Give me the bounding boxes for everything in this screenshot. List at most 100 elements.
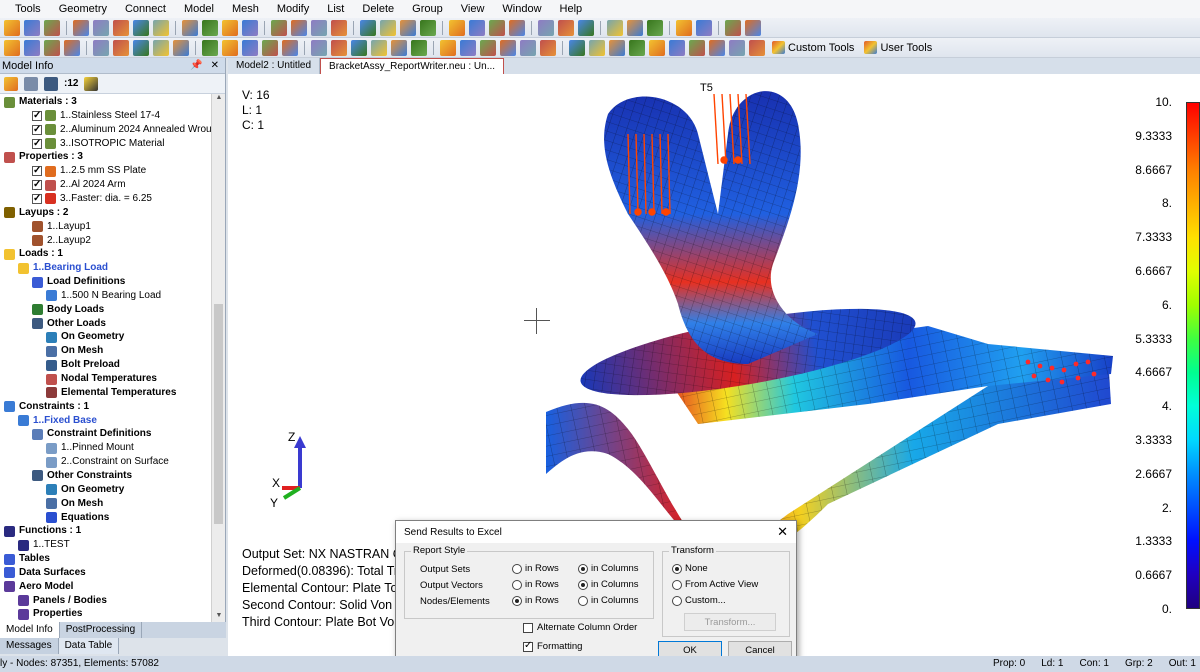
toolbar2-tool-icon[interactable] <box>113 39 129 56</box>
toolbar1-tool-icon[interactable] <box>578 19 594 36</box>
filter-icon[interactable] <box>44 76 58 91</box>
visibility-checkbox[interactable] <box>32 137 42 151</box>
radio-dot[interactable] <box>578 595 588 606</box>
tree-item-aero-model[interactable]: Aero Model <box>4 580 73 594</box>
tree-item-bolt-preload[interactable]: Bolt Preload <box>46 358 120 372</box>
toolbar2-tool-icon[interactable] <box>391 39 407 56</box>
toolbar1-tool-icon[interactable] <box>271 19 287 36</box>
toolbar2-tool-icon[interactable] <box>93 39 109 56</box>
visibility-checkbox[interactable] <box>32 123 42 137</box>
toolbar1-tool-icon[interactable] <box>558 19 574 36</box>
tree-scrollbar[interactable]: ▲ ▼ <box>211 94 225 622</box>
menu-window[interactable]: Window <box>493 0 550 18</box>
toolbar1-tool-icon[interactable] <box>538 19 554 36</box>
toolbar1-tool-icon[interactable] <box>311 19 327 36</box>
toolbar1-tool-icon[interactable] <box>696 19 712 36</box>
menu-delete[interactable]: Delete <box>353 0 403 18</box>
toolbar2-tool-icon[interactable] <box>669 39 685 56</box>
alternate-column-order-box[interactable] <box>523 622 533 633</box>
tree-item-1-stainless-steel-17-4[interactable]: 1..Stainless Steel 17-4 <box>32 109 160 123</box>
toolbar2-tool-icon[interactable] <box>411 39 427 56</box>
visibility-checkbox[interactable] <box>32 192 42 206</box>
tree-item-panels-bodies[interactable]: Panels / Bodies <box>18 594 107 608</box>
toolbar2-tool-icon[interactable] <box>173 39 189 56</box>
pencil-icon[interactable] <box>84 76 99 91</box>
tree-item-constraint-definitions[interactable]: Constraint Definitions <box>32 427 151 441</box>
tree-item-3-faster-dia-6-25[interactable]: 3..Faster: dia. = 6.25 <box>32 192 152 206</box>
status-ld[interactable]: Ld: 1 <box>1041 656 1063 672</box>
tree-item-1-2-5-mm-ss-plate[interactable]: 1..2.5 mm SS Plate <box>32 164 146 178</box>
tree-item-3-isotropic-material[interactable]: 3..ISOTROPIC Material <box>32 137 164 151</box>
tree-item-1-pinned-mount[interactable]: 1..Pinned Mount <box>46 441 134 455</box>
tree-item-2-al-2024-arm[interactable]: 2..Al 2024 Arm <box>32 178 126 192</box>
tab-postprocessing[interactable]: PostProcessing <box>60 622 143 638</box>
toolbar1-tool-icon[interactable] <box>627 19 643 36</box>
in-columns-radio[interactable]: in Columns <box>578 563 639 574</box>
menu-group[interactable]: Group <box>403 0 452 18</box>
toolbar2-tool-icon[interactable] <box>729 39 745 56</box>
transform-none-radio[interactable]: None <box>672 563 708 574</box>
tree-item-on-mesh[interactable]: On Mesh <box>46 497 103 511</box>
tab-data-table[interactable]: Data Table <box>58 638 120 654</box>
toolbar1-tool-icon[interactable] <box>331 19 347 36</box>
menu-view[interactable]: View <box>452 0 494 18</box>
toolbar2-tool-icon[interactable] <box>4 39 20 56</box>
toolbar2-tool-icon[interactable] <box>371 39 387 56</box>
toolbar2-tool-icon[interactable] <box>153 39 169 56</box>
toolbar2-tool-icon[interactable] <box>242 39 258 56</box>
toolbar1-tool-icon[interactable] <box>113 19 129 36</box>
toolbar1-tool-icon[interactable] <box>202 19 218 36</box>
status-grp[interactable]: Grp: 2 <box>1125 656 1153 672</box>
status-out[interactable]: Out: 1 <box>1169 656 1196 672</box>
scrollbar-thumb[interactable] <box>214 304 223 524</box>
status-con[interactable]: Con: 1 <box>1079 656 1108 672</box>
toolbar2-tool-icon[interactable] <box>589 39 605 56</box>
toolbar1-tool-icon[interactable] <box>449 19 465 36</box>
tree-item-equations[interactable]: Equations <box>46 511 109 525</box>
radio-dot[interactable] <box>512 563 522 574</box>
tree-item-layups-2[interactable]: Layups : 2 <box>4 206 68 220</box>
toolbar2-tool-icon[interactable] <box>133 39 149 56</box>
menu-list[interactable]: List <box>318 0 353 18</box>
toolbar1-tool-icon[interactable] <box>380 19 396 36</box>
toolbar2-tool-icon[interactable] <box>44 39 60 56</box>
tree-item-other-constraints[interactable]: Other Constraints <box>32 469 132 483</box>
toolbar1-tool-icon[interactable] <box>153 19 169 36</box>
menu-modify[interactable]: Modify <box>268 0 318 18</box>
toolbar2-tool-icon[interactable] <box>609 39 625 56</box>
toolbar1-tool-icon[interactable] <box>291 19 307 36</box>
toolbar2-tool-icon[interactable] <box>649 39 665 56</box>
tree-item-1-fixed-base[interactable]: 1..Fixed Base <box>18 414 97 428</box>
custom-tools-button[interactable]: Custom Tools <box>767 41 859 54</box>
tree-item-1-test[interactable]: 1..TEST <box>18 538 70 552</box>
tree-item-constraints-1[interactable]: Constraints : 1 <box>4 400 89 414</box>
toolbar2-tool-icon[interactable] <box>262 39 278 56</box>
toolbar1-tool-icon[interactable] <box>24 19 40 36</box>
tree-item-on-geometry[interactable]: On Geometry <box>46 483 124 497</box>
formatting-box[interactable] <box>523 640 533 652</box>
pin-icon[interactable]: 📌 <box>190 60 202 71</box>
tree-item-properties-3[interactable]: Properties : 3 <box>4 150 83 164</box>
alternate-column-order-checkbox[interactable]: Alternate Column Order <box>523 622 637 633</box>
radio-dot[interactable] <box>578 579 588 590</box>
toolbar1-tool-icon[interactable] <box>4 19 20 36</box>
toolbar2-tool-icon[interactable] <box>500 39 516 56</box>
in-columns-radio[interactable]: in Columns <box>578 595 639 606</box>
tree-item-2-layup2[interactable]: 2..Layup2 <box>32 234 91 248</box>
scroll-up-icon[interactable]: ▲ <box>212 94 226 104</box>
toolbar1-tool-icon[interactable] <box>489 19 505 36</box>
toolbar1-tool-icon[interactable] <box>725 19 741 36</box>
toolbar2-tool-icon[interactable] <box>440 39 456 56</box>
radio-dot[interactable] <box>512 579 522 590</box>
toolbar1-tool-icon[interactable] <box>676 19 692 36</box>
radio-dot[interactable] <box>578 563 588 574</box>
toolbar2-tool-icon[interactable] <box>24 39 40 56</box>
toolbar2-tool-icon[interactable] <box>749 39 765 56</box>
toolbar1-tool-icon[interactable] <box>242 19 258 36</box>
toolbar1-tool-icon[interactable] <box>133 19 149 36</box>
menu-help[interactable]: Help <box>551 0 592 18</box>
toolbar1-tool-icon[interactable] <box>182 19 198 36</box>
tree-item-materials-3[interactable]: Materials : 3 <box>4 95 77 109</box>
toolbar2-tool-icon[interactable] <box>569 39 585 56</box>
tab-model-info[interactable]: Model Info <box>0 622 60 638</box>
